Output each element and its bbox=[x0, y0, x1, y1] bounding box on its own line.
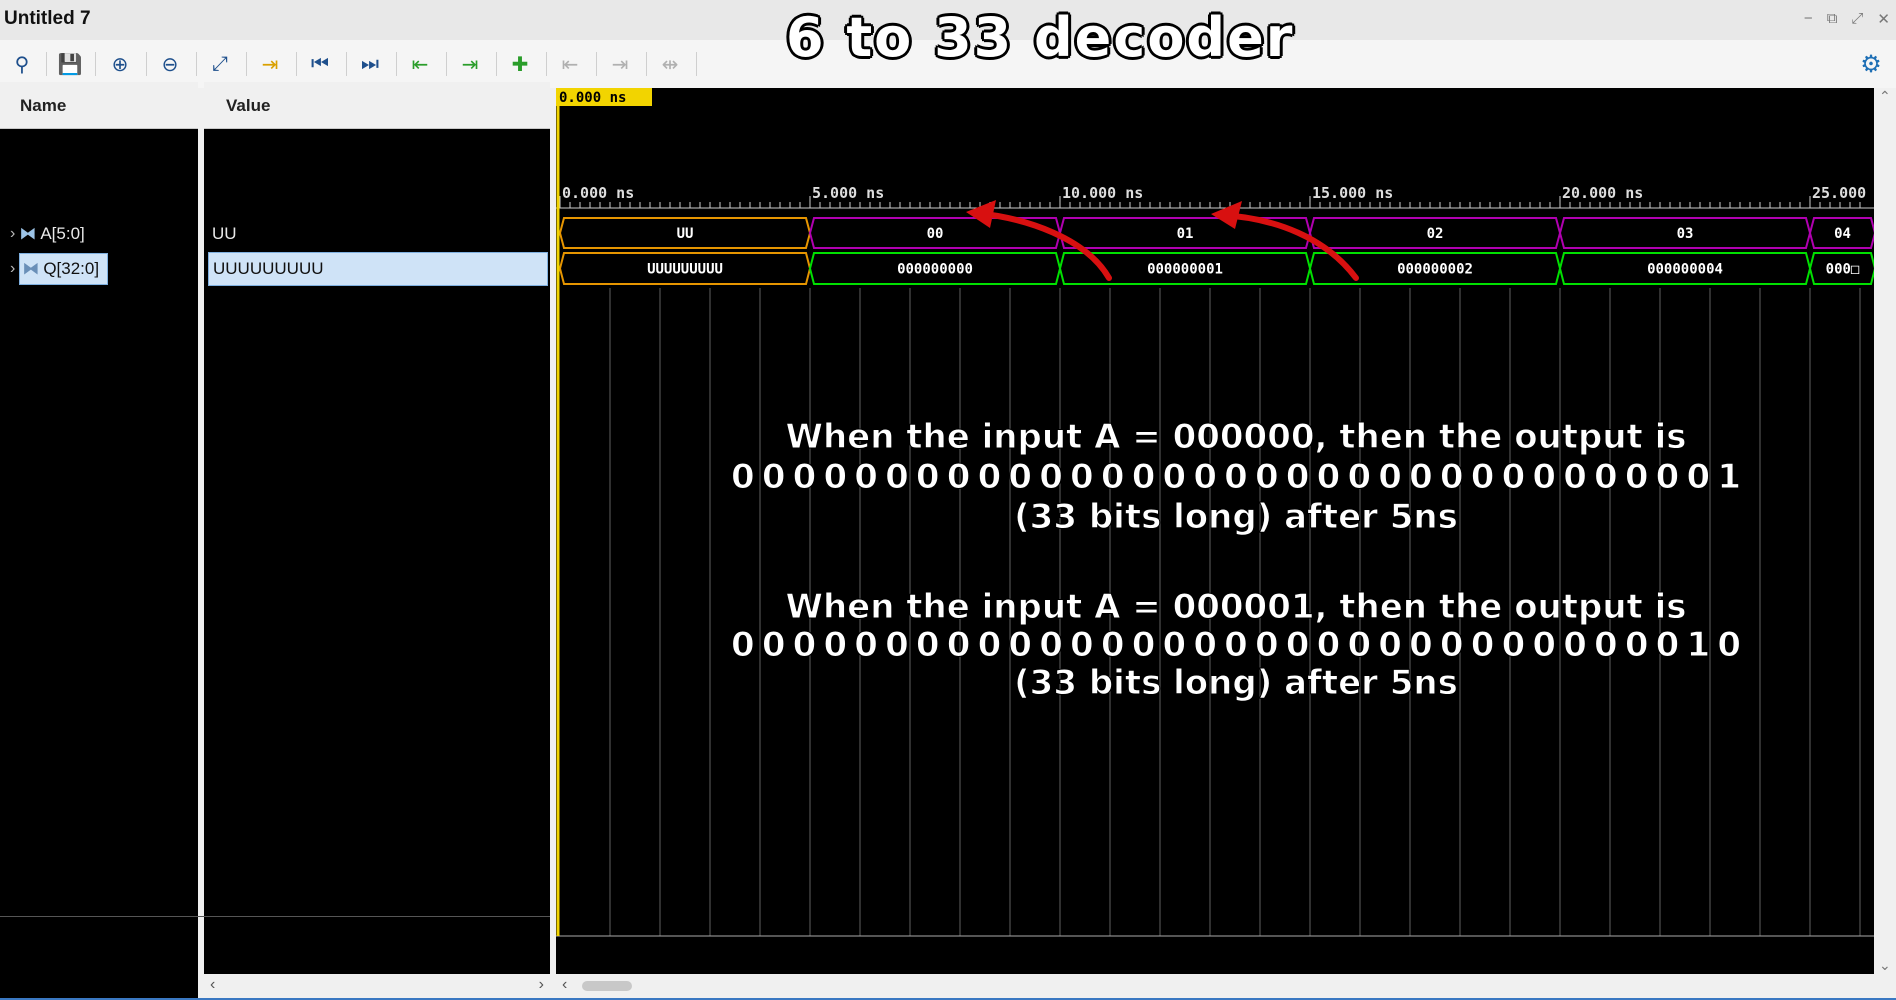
toolbar-separator bbox=[546, 52, 547, 76]
bus-q-value-label: 000000000 bbox=[897, 262, 973, 278]
toolbar-separator bbox=[296, 52, 297, 76]
bus-q-value-label: 000000001 bbox=[1147, 262, 1223, 278]
axis-tick-label: 10.000 ns bbox=[1062, 184, 1143, 202]
axis-tick-label: 5.000 ns bbox=[812, 184, 884, 202]
annotation-line: 000000000000000000000000000000010 bbox=[731, 625, 1741, 665]
vertical-scrollbar[interactable]: ⌃ ⌄ bbox=[1874, 88, 1896, 974]
scroll-down-icon[interactable]: ⌄ bbox=[1879, 957, 1891, 974]
value-pane bbox=[204, 88, 550, 998]
bus-icon: ⧓ bbox=[19, 224, 37, 243]
window-title: Untitled 7 bbox=[4, 8, 91, 29]
minimize-icon[interactable]: − bbox=[1804, 10, 1813, 28]
expand-chevron-icon[interactable]: › bbox=[10, 260, 15, 278]
value-column-header[interactable]: Value bbox=[204, 82, 550, 129]
annotation-line: (33 bits long) after 5ns bbox=[1014, 497, 1458, 537]
signal-value: UU bbox=[212, 224, 237, 243]
scroll-left-icon[interactable]: ‹ bbox=[210, 976, 215, 994]
annotation-line: 000000000000000000000000000000001 bbox=[731, 457, 1741, 497]
toolbar-separator bbox=[646, 52, 647, 76]
zoom-out-icon[interactable]: ⊖ bbox=[154, 48, 186, 80]
red-arrow bbox=[1218, 212, 1359, 281]
bus-q-value-label: 000000002 bbox=[1397, 262, 1473, 278]
goto-start-icon[interactable]: ⏮ bbox=[304, 48, 336, 80]
value-scrollbar[interactable]: ‹ › bbox=[198, 974, 550, 998]
axis-tick-label: 25.000 bbox=[1812, 184, 1866, 202]
bus-a-value-label: 04 bbox=[1834, 226, 1851, 242]
zoom-fit-icon[interactable]: ⤢ bbox=[204, 48, 236, 80]
scroll-left-icon[interactable]: ‹ bbox=[562, 976, 567, 994]
toolbar-separator bbox=[196, 52, 197, 76]
expand-chevron-icon[interactable]: › bbox=[10, 225, 15, 243]
toolbar-separator bbox=[146, 52, 147, 76]
signal-row-q[interactable]: › ⧓ Q[32:0] bbox=[10, 253, 109, 285]
zoom-in-icon[interactable]: ⊕ bbox=[104, 48, 136, 80]
toolbar-separator bbox=[46, 52, 47, 76]
toolbar-separator bbox=[596, 52, 597, 76]
toolbar-separator bbox=[446, 52, 447, 76]
bus-q-value-label: UUUUUUUUU bbox=[647, 262, 723, 278]
toolbar-separator bbox=[696, 52, 697, 76]
annotation-line: (33 bits long) after 5ns bbox=[1014, 663, 1458, 703]
pane-divider bbox=[0, 916, 550, 917]
window-controls: − ⧉ ⤢ ✕ bbox=[1804, 10, 1890, 28]
axis-tick-label: 15.000 ns bbox=[1312, 184, 1393, 202]
red-arrowhead bbox=[1211, 201, 1242, 229]
search-icon[interactable]: ⚲ bbox=[6, 48, 38, 80]
axis-tick-label: 20.000 ns bbox=[1562, 184, 1643, 202]
gear-icon[interactable]: ⚙ bbox=[1856, 49, 1886, 79]
toolbar-separator bbox=[496, 52, 497, 76]
annotation-line: When the input A = 000001, then the outp… bbox=[785, 587, 1686, 627]
next-transition-icon[interactable]: ⇥ bbox=[454, 48, 486, 80]
toolbar-separator bbox=[346, 52, 347, 76]
goto-end-icon[interactable]: ⏭ bbox=[354, 48, 386, 80]
red-arrow bbox=[973, 210, 1112, 281]
signal-row-a[interactable]: › ⧓ A[5:0] bbox=[10, 219, 85, 249]
bus-a-value-label: UU bbox=[677, 226, 694, 242]
next-marker-icon[interactable]: ⇥ bbox=[604, 48, 636, 80]
bus-q-value-label: 000000004 bbox=[1647, 262, 1723, 278]
waveform-canvas: 0.000 ns 5.000 ns 10.000 ns 15.000 ns 20.000… bbox=[556, 88, 1877, 937]
toolbar-separator bbox=[396, 52, 397, 76]
cursor-time-label: 0.000 ns bbox=[559, 90, 626, 106]
swap-cursors-icon[interactable]: ⇹ bbox=[654, 48, 686, 80]
maximize-icon[interactable]: ⤢ bbox=[1851, 10, 1863, 28]
save-icon[interactable]: 💾 bbox=[54, 48, 86, 80]
name-header-label: Name bbox=[20, 96, 67, 115]
annotation-line: When the input A = 000000, then the outp… bbox=[785, 417, 1686, 457]
restore-icon[interactable]: ⧉ bbox=[1827, 10, 1838, 28]
close-icon[interactable]: ✕ bbox=[1877, 10, 1890, 28]
signal-name: Q[32:0] bbox=[43, 259, 100, 278]
signal-name: A[5:0] bbox=[40, 224, 85, 243]
scroll-thumb[interactable] bbox=[582, 981, 632, 991]
prev-marker-icon[interactable]: ⇤ bbox=[554, 48, 586, 80]
bus-q-value-label: 000□ bbox=[1826, 262, 1860, 278]
toolbar-separator bbox=[95, 52, 96, 76]
axis-tick-label: 0.000 ns bbox=[562, 184, 634, 202]
wave-scrollbar[interactable]: ‹ bbox=[556, 974, 1874, 998]
bus-icon: ⧓ bbox=[22, 259, 40, 278]
bus-a-value-label: 01 bbox=[1177, 226, 1194, 242]
bus-a-value-label: 03 bbox=[1677, 226, 1694, 242]
bus-a-value-label: 02 bbox=[1427, 226, 1444, 242]
selected-signal[interactable]: ⧓ Q[32:0] bbox=[19, 253, 109, 285]
signal-value-selected[interactable]: UUUUUUUUU bbox=[208, 252, 548, 286]
prev-transition-icon[interactable]: ⇤ bbox=[404, 48, 436, 80]
bus-a-value-label: 00 bbox=[927, 226, 944, 242]
goto-cursor-icon[interactable]: ⇥ bbox=[254, 48, 286, 80]
name-column-header[interactable]: Name bbox=[0, 82, 198, 129]
toolbar-separator bbox=[246, 52, 247, 76]
scroll-up-icon[interactable]: ⌃ bbox=[1879, 88, 1891, 105]
headline-overlay: 6 to 33 decoder bbox=[786, 6, 1295, 69]
value-header-label: Value bbox=[226, 96, 271, 115]
scroll-right-icon[interactable]: › bbox=[539, 976, 544, 994]
waveform-view[interactable]: 0.000 ns 5.000 ns 10.000 ns 15.000 ns 20.000… bbox=[556, 88, 1877, 974]
add-marker-icon[interactable]: ✚ bbox=[504, 48, 536, 80]
